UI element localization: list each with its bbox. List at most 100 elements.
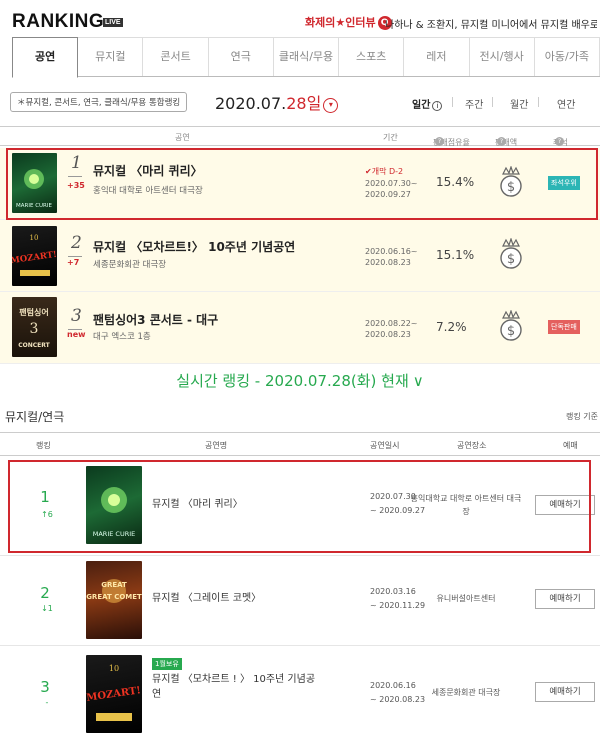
- date-day: 28일: [286, 94, 322, 113]
- period-monthly[interactable]: 월간: [510, 96, 528, 111]
- tab-kids-family[interactable]: 아동/가족: [534, 37, 600, 76]
- realtime-row[interactable]: 3 - 10 MOZART! 1월보유 뮤지컬 〈모차르트 ! 〉 10주년 기념…: [0, 646, 600, 740]
- ranking-row[interactable]: 10 MOZART! 2 +7 뮤지컬 〈모차르트!〉 10주년 기념공연 세종문…: [0, 220, 600, 292]
- poster-image[interactable]: 10 MOZART!: [86, 655, 142, 733]
- ranking-logo[interactable]: RANKING: [12, 11, 104, 33]
- rank-change: new: [67, 330, 86, 339]
- exclusive-sale-tag: 단독판매: [548, 320, 580, 334]
- highlight-box: [6, 148, 598, 220]
- show-venue: 유니버설아트센터: [436, 594, 496, 603]
- rank-underline: [68, 256, 82, 257]
- help-icon[interactable]: ?: [435, 137, 444, 146]
- header: RANKING LIVE 화제의★인터뷰 Q 나하나 & 조환지, 뮤지컬 미니어…: [0, 0, 600, 36]
- show-period: 2020.08.22~ 2020.08.23: [365, 318, 418, 340]
- period-divider: [452, 97, 453, 107]
- poster-caption: MOZART!: [12, 250, 57, 266]
- col-rank: 랭킹: [36, 441, 51, 450]
- period-start: 2020.08.22~: [365, 319, 418, 328]
- tab-sports[interactable]: 스포츠: [339, 37, 405, 76]
- promo-label: 화제의★인터뷰: [305, 16, 376, 29]
- help-icon[interactable]: ?: [555, 137, 564, 146]
- realtime-ranking-title[interactable]: 실시간 랭킹 - 2020.07.28(화) 현재 ∨: [0, 370, 600, 391]
- tab-exhibition[interactable]: 전시/행사: [469, 37, 535, 76]
- period-daily[interactable]: 일간 i: [412, 96, 443, 111]
- highlight-box: [8, 460, 591, 553]
- col-name: 공연명: [205, 441, 228, 450]
- ranking-row[interactable]: 팬텀싱어 3 CONCERT 3 new 팬텀싱어3 콘서트 - 대구 대구 엑스코…: [0, 292, 600, 364]
- book-button[interactable]: 예매하기: [535, 589, 595, 609]
- show-title[interactable]: 뮤지컬 〈모차르트 ! 〉 10주년 기념공연: [152, 672, 315, 702]
- sales-coin-icon: $: [500, 238, 522, 269]
- calendar-dropdown-icon[interactable]: ▾: [323, 98, 339, 113]
- poster-caption: MOZART!: [86, 685, 142, 704]
- tab-play[interactable]: 연극: [208, 37, 274, 76]
- rank-change: +7: [67, 258, 80, 267]
- show-period: 2020.06.16~ 2020.08.23: [365, 246, 418, 268]
- period-start: 2020.06.16~: [365, 247, 418, 256]
- sales-coin-icon: $: [500, 310, 522, 341]
- show-venue: 세종문화회관 대극장: [93, 260, 167, 270]
- tab-leisure[interactable]: 레저: [404, 37, 470, 76]
- poster-caption: GREAT COMET: [86, 593, 142, 601]
- sales-share: 7.2%: [436, 320, 467, 334]
- col-show: 공연: [175, 133, 190, 142]
- poster-art: GREAT GREAT COMET: [86, 579, 142, 603]
- show-title-line1: 뮤지컬 〈모차르트 ! 〉 10주년 기념공: [152, 674, 316, 685]
- col-date: 공연일시: [370, 441, 400, 450]
- period-yearly[interactable]: 연간: [557, 96, 575, 111]
- poster-image[interactable]: 팬텀싱어 3 CONCERT: [12, 297, 57, 357]
- realtime-row[interactable]: 2 ↓1 GREAT GREAT COMET 뮤지컬 〈그레이트 코멧〉 2020…: [0, 556, 600, 646]
- poster-image[interactable]: 10 MOZART!: [12, 226, 57, 286]
- svg-text:$: $: [507, 252, 515, 267]
- rank-number: 3: [40, 678, 50, 696]
- tab-performance[interactable]: 공연: [12, 37, 79, 78]
- tab-concert[interactable]: 콘서트: [143, 37, 209, 76]
- rank-number: 3: [71, 306, 82, 326]
- help-icon[interactable]: ?: [497, 137, 506, 146]
- book-button[interactable]: 예매하기: [535, 682, 595, 702]
- ranking-standard-link[interactable]: 랭킹 기준: [566, 411, 598, 422]
- svg-text:3: 3: [30, 321, 39, 337]
- rank-number: 2: [40, 584, 50, 602]
- sales-share: 15.1%: [436, 248, 475, 262]
- rank-change: ↓1: [41, 604, 53, 613]
- poster-caption: CONCERT: [18, 342, 50, 349]
- show-venue: 세종문화회관 대극장: [431, 688, 501, 697]
- date-prefix: 2020.07.: [215, 94, 287, 113]
- show-title[interactable]: 뮤지컬 〈그레이트 코멧〉: [152, 591, 261, 606]
- show-title-line2: 연: [152, 689, 162, 700]
- col-venue: 공연장소: [457, 441, 487, 450]
- period-divider: [538, 97, 539, 107]
- show-venue: 대구 엑스코 1층: [93, 332, 151, 342]
- period-weekly[interactable]: 주간: [465, 96, 483, 111]
- poster-art: 10 MOZART!: [12, 234, 57, 276]
- show-title[interactable]: 뮤지컬 〈모차르트!〉 10주년 기념공연: [93, 238, 295, 255]
- info-icon[interactable]: i: [432, 101, 443, 111]
- period-daily-label: 일간: [412, 100, 431, 111]
- interview-promo[interactable]: 화제의★인터뷰 Q: [305, 14, 392, 30]
- poster-image[interactable]: GREAT GREAT COMET: [86, 561, 142, 639]
- realtime-table-header: 랭킹 공연명 공연일시 공연장소 예매: [0, 432, 600, 456]
- live-badge: LIVE: [103, 18, 123, 27]
- svg-text:10: 10: [109, 664, 119, 673]
- tab-musical[interactable]: 뮤지컬: [78, 37, 144, 76]
- section-title: 뮤지컬/연극: [5, 410, 65, 424]
- exclusive-badge: 1월보유: [152, 658, 182, 670]
- tab-classic-dance[interactable]: 클래식/무용: [273, 37, 340, 76]
- rank-number: 2: [71, 233, 82, 253]
- show-title[interactable]: 팬텀싱어3 콘서트 - 대구: [93, 311, 218, 328]
- category-tabs: 공연 뮤지컬 콘서트 연극 클래식/무용 스포츠 레저 전시/행사 아동/가족: [12, 37, 600, 78]
- svg-text:$: $: [507, 324, 515, 339]
- svg-text:10: 10: [30, 234, 39, 242]
- period-end: 2020.08.23: [365, 258, 411, 267]
- rank-change: -: [45, 698, 49, 707]
- period-divider: [492, 97, 493, 107]
- svg-text:팬텀싱어: 팬텀싱어: [19, 307, 48, 317]
- poster-art: 10 MOZART!: [86, 664, 142, 721]
- date-selector[interactable]: 2020.07.28일 ▾: [215, 90, 339, 114]
- integrated-ranking-pill[interactable]: ＊뮤지컬, 콘서트, 연극, 클래식/무용 통합랭킹: [10, 92, 188, 112]
- ranking-table-header: 공연 기간 판매점유율? 판매액? 좌석?: [0, 126, 600, 147]
- poster-art: 팬텀싱어 3 CONCERT: [18, 307, 50, 349]
- news-ticker[interactable]: 나하나 & 조환지, 뮤지컬 미니어에서 뮤지컬 배우로: [385, 16, 597, 31]
- col-book: 예매: [563, 441, 578, 450]
